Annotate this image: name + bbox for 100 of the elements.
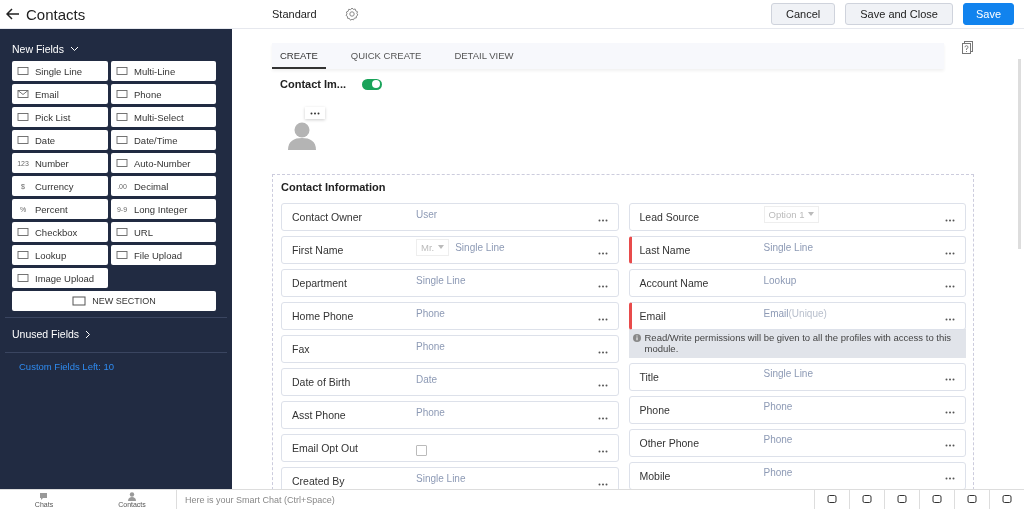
field-type-button[interactable]: Date: [12, 130, 108, 150]
more-options-icon[interactable]: [597, 383, 608, 387]
more-options-icon[interactable]: [597, 317, 608, 321]
field-label: First Name: [292, 244, 345, 256]
more-options-icon[interactable]: [945, 251, 955, 255]
field-type-text: Phone: [416, 307, 445, 319]
section-heading[interactable]: New Fields: [12, 43, 64, 55]
more-options-icon[interactable]: [945, 477, 955, 481]
field-type-text: Phone: [416, 340, 445, 352]
caret-icon: [808, 212, 815, 216]
more-options-icon[interactable]: [597, 251, 608, 255]
field-type-button[interactable]: Checkbox: [12, 222, 108, 242]
field-type-button[interactable]: File Upload: [111, 245, 216, 265]
field-type-button[interactable]: Image Upload: [12, 268, 108, 288]
field-type-button[interactable]: Phone: [111, 84, 216, 104]
field-label: Asst Phone: [292, 409, 347, 421]
more-options-icon[interactable]: [945, 218, 955, 222]
field-label: Email Opt Out: [292, 442, 359, 454]
field-type-button[interactable]: Multi-Select: [111, 107, 216, 127]
field-type-text: Email(Unique): [763, 307, 827, 319]
field-type-text: Single Line: [455, 241, 505, 253]
field-type-button[interactable]: Date/Time: [111, 130, 216, 150]
info-icon: [632, 334, 641, 342]
field-type-button[interactable]: Auto-Number: [111, 153, 216, 173]
form-field-row[interactable]: Date of Birth Date: [281, 368, 619, 396]
field-type-button[interactable]: Single Line: [12, 61, 108, 81]
form-field-row[interactable]: Account Name Lookup: [628, 269, 966, 297]
field-type-text: Single Line: [416, 472, 466, 484]
field-type-button[interactable]: Multi-Line: [111, 61, 216, 81]
field-label: Fax: [292, 343, 311, 355]
more-options-icon[interactable]: [945, 411, 955, 415]
field-type-button[interactable]: Lookup: [12, 245, 108, 265]
form-field-row[interactable]: Title Single Line: [628, 362, 966, 391]
form-field-row[interactable]: Fax Phone: [281, 335, 619, 363]
form-field-row[interactable]: Lead Source Option 1: [628, 203, 966, 231]
field-label: Lead Source: [639, 211, 701, 223]
field-type-text: Single Line: [763, 241, 813, 253]
more-options-icon[interactable]: [597, 350, 608, 354]
more-options-icon[interactable]: [597, 416, 608, 420]
back-arrow-icon[interactable]: [6, 8, 20, 20]
person-icon: [127, 491, 137, 501]
secondary-button[interactable]: Save and Close: [845, 3, 953, 25]
field-label: Home Phone: [292, 310, 355, 322]
field-type-text: Date: [416, 373, 438, 385]
new-section-button[interactable]: NEW SECTION: [12, 291, 216, 311]
field-label: Contact Owner: [292, 211, 364, 223]
form-field-row[interactable]: Email Opt Out: [281, 434, 619, 462]
field-type-button[interactable]: Pick List: [12, 107, 108, 127]
chat-bubble-icon: [39, 491, 49, 501]
settings-icon[interactable]: [344, 7, 359, 21]
more-options-icon[interactable]: [945, 317, 955, 321]
custom-fields-count: Custom Fields Left: 10: [18, 361, 116, 372]
caret-icon: [438, 245, 445, 249]
field-label: Account Name: [639, 277, 710, 289]
secondary-button[interactable]: Cancel: [771, 3, 836, 25]
more-options-icon: [310, 111, 320, 115]
field-label: Mobile: [639, 469, 672, 482]
field-label: Email: [639, 310, 667, 322]
form-field-row[interactable]: Phone Phone: [628, 395, 966, 424]
field-type-text: Single Line: [416, 274, 466, 286]
form-field-row[interactable]: Contact Owner User: [281, 203, 619, 231]
checkbox[interactable]: [416, 444, 427, 456]
field-type-text: Lookup: [763, 274, 797, 286]
field-label: Date of Birth: [292, 376, 352, 388]
form-field-row[interactable]: Department Single Line: [281, 269, 619, 297]
tab[interactable]: DETAIL VIEW: [446, 43, 522, 69]
layout-name: Standard: [272, 8, 317, 20]
section-heading[interactable]: Unused Fields: [12, 328, 80, 340]
form-field-row[interactable]: Home Phone Phone: [281, 302, 619, 330]
form-field-row[interactable]: Mobile Phone: [628, 461, 966, 489]
tab[interactable]: CREATE: [272, 43, 326, 69]
avatar-icon: [287, 122, 317, 150]
field-type-text: Phone: [416, 406, 445, 418]
tab[interactable]: QUICK CREATE: [342, 43, 430, 69]
more-options-icon[interactable]: [945, 378, 955, 382]
field-label: Created By: [292, 475, 346, 487]
note-text: Read/Write permissions will be given to all the profiles with access to this module.: [644, 332, 953, 355]
form-field-row[interactable]: Other Phone Phone: [628, 428, 966, 457]
more-options-icon[interactable]: [597, 482, 608, 486]
page-title: Contacts: [26, 5, 86, 23]
save-button[interactable]: Save: [962, 3, 1014, 25]
help-icon[interactable]: [962, 41, 973, 54]
section-title: Contact Information: [281, 181, 387, 193]
form-field-row[interactable]: Asst Phone Phone: [281, 401, 619, 429]
more-options-icon[interactable]: [597, 449, 608, 453]
field-type-text: Single Line: [763, 368, 813, 380]
chevron-right-icon[interactable]: [85, 329, 92, 339]
field-type-text: User: [416, 208, 438, 220]
form-field-row[interactable]: Last Name Single Line: [628, 236, 966, 264]
field-label: Other Phone: [639, 436, 701, 449]
chevron-down-icon[interactable]: [69, 46, 79, 52]
more-options-icon[interactable]: [597, 218, 608, 222]
more-options-icon[interactable]: [945, 444, 955, 448]
toggle-switch[interactable]: [362, 78, 382, 90]
field-type-button[interactable]: Email: [12, 84, 108, 104]
more-options-icon[interactable]: [597, 284, 608, 288]
field-type-text: Phone: [763, 401, 793, 413]
more-options-icon[interactable]: [945, 284, 955, 288]
form-field-row[interactable]: First Name Mr. Single Line: [281, 236, 619, 264]
field-type-button[interactable]: URL: [111, 222, 216, 242]
